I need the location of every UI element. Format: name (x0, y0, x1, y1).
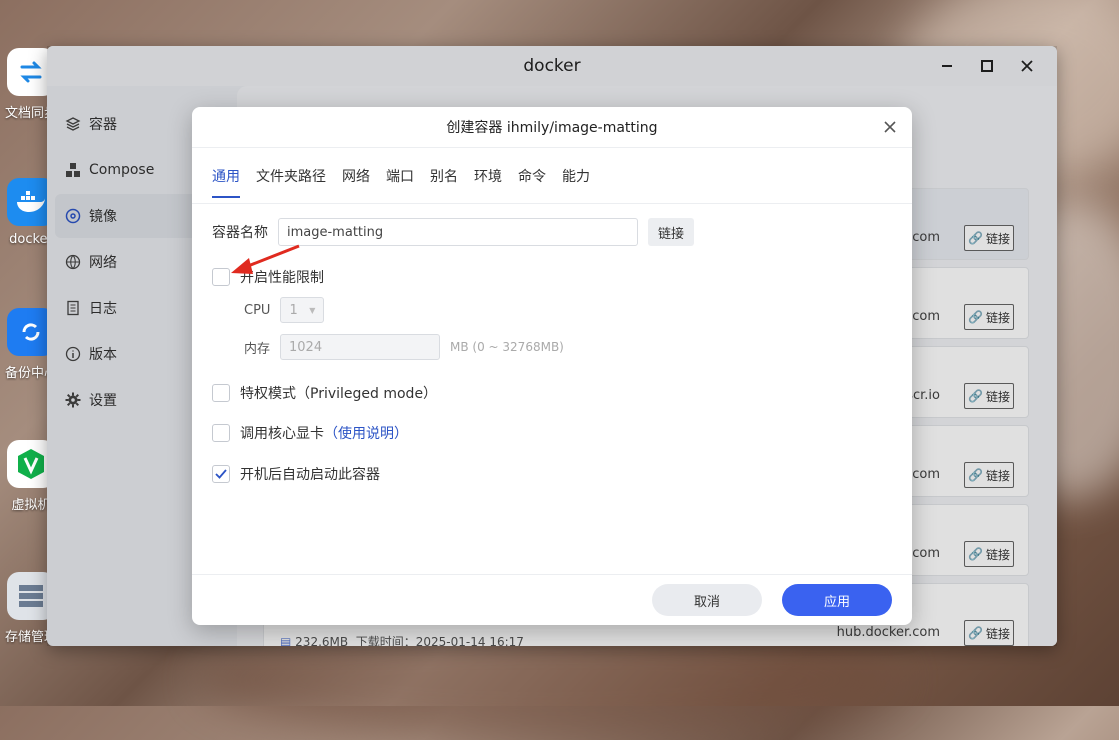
container-name-input[interactable]: image-matting (278, 218, 638, 246)
link-button[interactable]: 链接 (648, 218, 695, 246)
privileged-row: 特权模式（Privileged mode） (212, 383, 437, 403)
chevron-down-icon: ▼ (309, 305, 316, 315)
tab-network[interactable]: 网络 (342, 162, 370, 190)
create-container-dialog: 创建容器 ihmily/image-matting 通用 文件夹路径 网络 端口… (192, 107, 912, 625)
tab-aliases[interactable]: 别名 (430, 162, 458, 190)
tab-folder-paths[interactable]: 文件夹路径 (256, 162, 326, 190)
memory-hint: MB (0 ~ 32768MB) (450, 340, 564, 354)
dialog-close-button[interactable] (880, 117, 900, 137)
memory-input[interactable]: 1024 (280, 334, 441, 360)
autostart-row: 开机后自动启动此容器 (212, 464, 380, 484)
tab-capabilities[interactable]: 能力 (562, 162, 590, 190)
tab-environment[interactable]: 环境 (474, 162, 502, 190)
memory-row: 内存 1024 MB (0 ~ 32768MB) (244, 334, 564, 360)
apply-button[interactable]: 应用 (782, 584, 892, 616)
tab-general[interactable]: 通用 (212, 162, 240, 198)
tab-ports[interactable]: 端口 (386, 162, 414, 190)
gpu-checkbox[interactable] (212, 424, 230, 442)
dialog-title: 创建容器 ihmily/image-matting (446, 120, 658, 136)
autostart-checkbox[interactable] (212, 465, 230, 483)
cancel-button[interactable]: 取消 (652, 584, 762, 616)
dialog-tabs: 通用 文件夹路径 网络 端口 别名 环境 命令 能力 (192, 148, 912, 204)
gpu-label: 调用核心显卡 (240, 426, 324, 442)
privileged-label: 特权模式（Privileged mode） (240, 386, 438, 402)
privileged-checkbox[interactable] (212, 384, 230, 402)
cpu-label: CPU (244, 302, 271, 318)
dialog-header: 创建容器 ihmily/image-matting (192, 107, 912, 148)
cpu-row: CPU 1 ▼ (244, 297, 325, 323)
cpu-select[interactable]: 1 ▼ (280, 297, 325, 323)
autostart-label: 开机后自动启动此容器 (240, 467, 380, 483)
memory-label: 内存 (244, 341, 271, 357)
close-icon (884, 121, 896, 133)
checkmark-icon (215, 469, 227, 479)
tab-command[interactable]: 命令 (518, 162, 546, 190)
gpu-row: 调用核心显卡 （使用说明） (212, 423, 408, 443)
annotation-arrow-icon (231, 244, 300, 274)
dialog-footer: 取消 应用 (192, 574, 912, 625)
container-name-label: 容器名称 (212, 225, 268, 241)
gpu-help-link[interactable]: （使用说明） (324, 423, 408, 443)
